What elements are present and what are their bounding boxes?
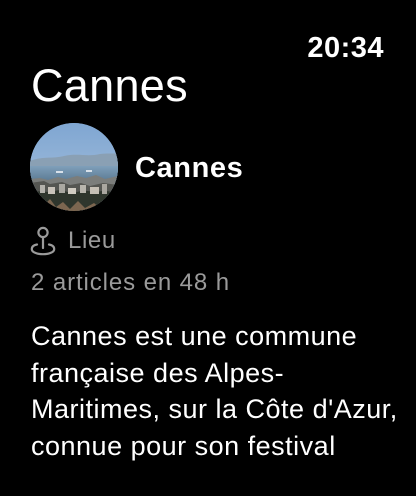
place-header[interactable]: Cannes <box>30 123 390 211</box>
status-time: 20:34 <box>307 32 384 64</box>
cannes-cityscape-image <box>30 123 118 211</box>
place-description: Cannes est une commune française des Alp… <box>31 321 398 462</box>
articles-count: 2 articles en 48 h <box>31 269 230 296</box>
location-pin-icon <box>30 226 56 256</box>
place-name[interactable]: Cannes <box>135 154 243 183</box>
place-photo[interactable] <box>30 123 118 211</box>
watch-screen: 20:34 Cannes Cannes Lieu 2 articles en 4… <box>0 0 416 496</box>
place-type-row: Lieu <box>30 225 116 257</box>
place-type-label: Lieu <box>68 227 116 254</box>
page-title: Cannes <box>31 60 188 111</box>
